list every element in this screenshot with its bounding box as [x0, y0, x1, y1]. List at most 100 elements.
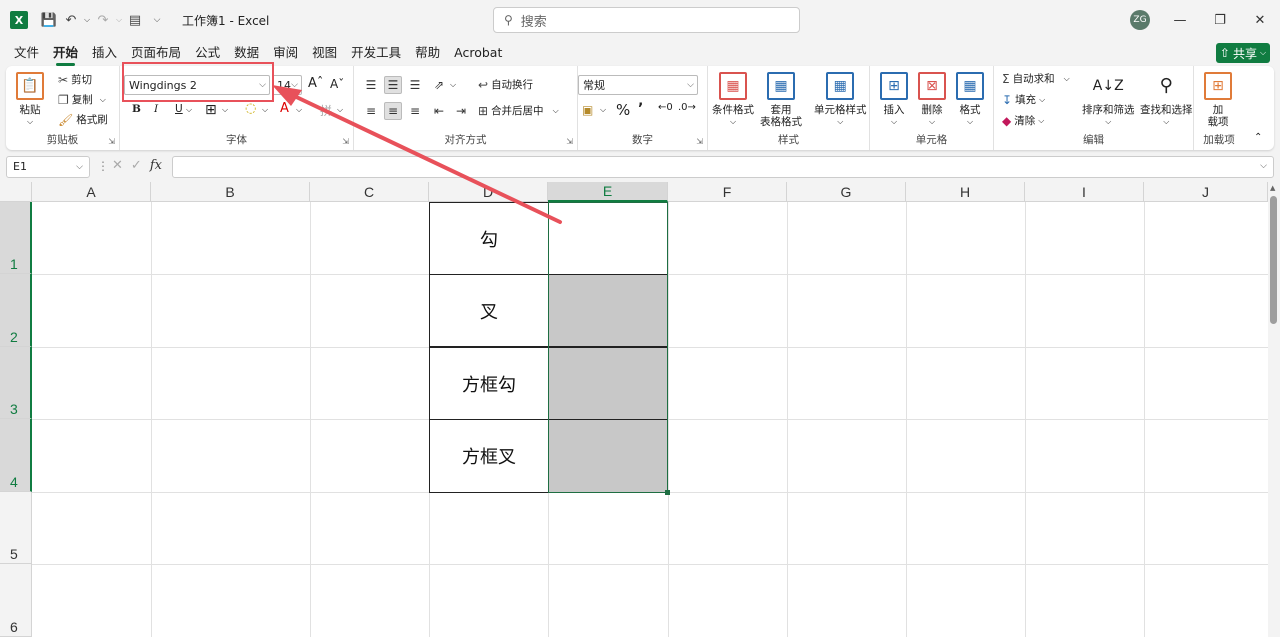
column-header-A[interactable]: A	[32, 182, 151, 202]
cell-D1[interactable]: 勾	[429, 202, 549, 275]
tab-developer[interactable]: 开发工具	[344, 42, 408, 64]
collapse-ribbon-icon[interactable]: ⌃	[1254, 132, 1262, 143]
percent-icon[interactable]: %	[616, 101, 630, 119]
increase-decimal-icon[interactable]: ←0	[658, 102, 673, 113]
fill-color-icon[interactable]: ◌	[245, 101, 256, 116]
row-header-1[interactable]: 1	[0, 202, 32, 274]
name-box[interactable]: E1 ⌵	[6, 156, 90, 178]
paste-button[interactable]: 📋 粘贴 ⌵	[16, 72, 44, 128]
tab-review[interactable]: 审阅	[266, 42, 305, 64]
fill-button[interactable]: ↧ 填充 ⌵	[1002, 92, 1045, 107]
insert-function-button[interactable]: fx	[150, 158, 162, 173]
column-header-G[interactable]: G	[787, 182, 906, 202]
delete-cells-button[interactable]: ⊠ 删除 ⌵	[918, 72, 946, 128]
tab-home[interactable]: 开始	[46, 42, 85, 66]
autosum-button[interactable]: Σ 自动求和 ⌵	[1002, 71, 1070, 86]
close-icon[interactable]: ✕	[1250, 10, 1270, 30]
orientation-dropdown-icon[interactable]: ⌵	[450, 80, 456, 90]
tab-help[interactable]: 帮助	[408, 42, 447, 64]
phonetic-dropdown-icon[interactable]: ⌵	[337, 105, 343, 115]
clear-button[interactable]: ◆ 清除 ⌵	[1002, 113, 1044, 128]
insert-cells-button[interactable]: ⊞ 插入 ⌵	[880, 72, 908, 128]
tab-formulas[interactable]: 公式	[188, 42, 227, 64]
underline-button[interactable]: U	[175, 103, 183, 115]
align-center-icon[interactable]: ≡	[384, 102, 402, 120]
conditional-format-button[interactable]: ▦ 条件格式 ⌵	[712, 72, 754, 128]
decrease-decimal-icon[interactable]: .0→	[678, 102, 696, 113]
restore-icon[interactable]: ❐	[1210, 10, 1230, 30]
increase-indent-icon[interactable]: ⇥	[452, 102, 470, 120]
orientation-icon[interactable]: ⇗	[430, 76, 448, 94]
formula-bar-grip-icon[interactable]: ⋮	[97, 159, 109, 173]
align-left-icon[interactable]: ≡	[362, 102, 380, 120]
undo-dropdown-icon[interactable]: ⌵	[82, 9, 92, 31]
cell-D2[interactable]: 叉	[429, 274, 549, 347]
row-header-3[interactable]: 3	[0, 347, 32, 419]
minimize-icon[interactable]: —	[1170, 10, 1190, 30]
font-name-combo[interactable]: Wingdings 2 ⌵	[124, 75, 270, 95]
align-middle-icon[interactable]: ☰	[384, 76, 402, 94]
row-header-6[interactable]: 6	[0, 564, 32, 637]
format-as-table-button[interactable]: ▦ 套用 表格格式	[760, 72, 802, 128]
column-header-C[interactable]: C	[310, 182, 429, 202]
column-header-E[interactable]: E	[548, 182, 668, 202]
tab-insert[interactable]: 插入	[85, 42, 124, 64]
phonetic-icon[interactable]: 拼	[320, 102, 332, 119]
copy-button[interactable]: ❐ 复制 ⌵	[58, 92, 106, 107]
chevron-down-icon[interactable]: ⌵	[1260, 161, 1267, 171]
format-painter-button[interactable]: 🖌 格式刷	[58, 112, 108, 127]
worksheet-grid[interactable]: ABCDEFGHIJ 1 2 3 4 5 6 勾 叉 方框勾 方框叉 ▲	[0, 182, 1280, 637]
fill-color-dropdown-icon[interactable]: ⌵	[262, 105, 268, 115]
save-icon[interactable]: 💾	[38, 9, 60, 31]
cell-styles-button[interactable]: ▦ 单元格样式 ⌵	[814, 72, 867, 128]
italic-button[interactable]: I	[154, 103, 158, 115]
font-size-combo[interactable]: 14 ⌵	[272, 75, 302, 95]
bold-button[interactable]: B	[132, 103, 141, 115]
form-icon[interactable]: ▤	[124, 9, 146, 31]
select-all-corner[interactable]	[0, 182, 32, 202]
fill-handle[interactable]	[665, 490, 670, 495]
font-color-dropdown-icon[interactable]: ⌵	[296, 105, 302, 115]
find-select-button[interactable]: ⚲ 查找和选择 ⌵	[1140, 72, 1193, 128]
tab-acrobat[interactable]: Acrobat	[447, 42, 509, 64]
avatar[interactable]: ZG	[1130, 10, 1150, 30]
borders-dropdown-icon[interactable]: ⌵	[222, 105, 228, 115]
accounting-dropdown-icon[interactable]: ⌵	[600, 105, 606, 115]
row-header-5[interactable]: 5	[0, 492, 32, 564]
column-header-J[interactable]: J	[1144, 182, 1268, 202]
addins-button[interactable]: ⊞ 加 载项	[1204, 72, 1232, 128]
column-header-D[interactable]: D	[429, 182, 548, 202]
tab-view[interactable]: 视图	[305, 42, 344, 64]
column-header-H[interactable]: H	[906, 182, 1025, 202]
number-format-combo[interactable]: 常规 ⌵	[578, 75, 698, 95]
font-color-icon[interactable]: A	[280, 101, 289, 116]
decrease-indent-icon[interactable]: ⇤	[430, 102, 448, 120]
row-header-4[interactable]: 4	[0, 419, 32, 492]
underline-dropdown-icon[interactable]: ⌵	[186, 105, 192, 115]
increase-font-button[interactable]: Aˆ	[308, 76, 323, 91]
align-bottom-icon[interactable]: ☰	[406, 76, 424, 94]
dialog-launcher-icon[interactable]: ⇲	[108, 137, 115, 146]
scrollbar-thumb[interactable]	[1270, 196, 1277, 324]
align-right-icon[interactable]: ≡	[406, 102, 424, 120]
format-cells-button[interactable]: ▦ 格式 ⌵	[956, 72, 984, 128]
tab-file[interactable]: 文件	[7, 42, 46, 64]
formula-input[interactable]: ⌵	[172, 156, 1274, 178]
search-box[interactable]: ⚲ 搜索	[493, 7, 800, 33]
cut-button[interactable]: ✂ 剪切	[58, 72, 92, 87]
cancel-icon[interactable]: ✕	[112, 158, 123, 173]
column-header-B[interactable]: B	[151, 182, 310, 202]
tab-data[interactable]: 数据	[227, 42, 266, 64]
enter-icon[interactable]: ✓	[131, 158, 142, 173]
sort-filter-button[interactable]: A↓Z 排序和筛选 ⌵	[1082, 72, 1135, 128]
accounting-format-icon[interactable]: ▣	[582, 103, 593, 117]
merge-center-button[interactable]: ⊞ 合并后居中 ⌵	[478, 103, 559, 118]
borders-icon[interactable]: ⊞	[205, 102, 217, 118]
customize-qat-icon[interactable]: ⌵	[146, 9, 168, 31]
dialog-launcher-icon[interactable]: ⇲	[696, 137, 703, 146]
cell-D4[interactable]: 方框叉	[429, 419, 549, 493]
scroll-up-icon[interactable]: ▲	[1270, 184, 1275, 192]
redo-icon[interactable]: ↷	[92, 9, 114, 31]
row-header-2[interactable]: 2	[0, 274, 32, 347]
column-header-F[interactable]: F	[668, 182, 787, 202]
